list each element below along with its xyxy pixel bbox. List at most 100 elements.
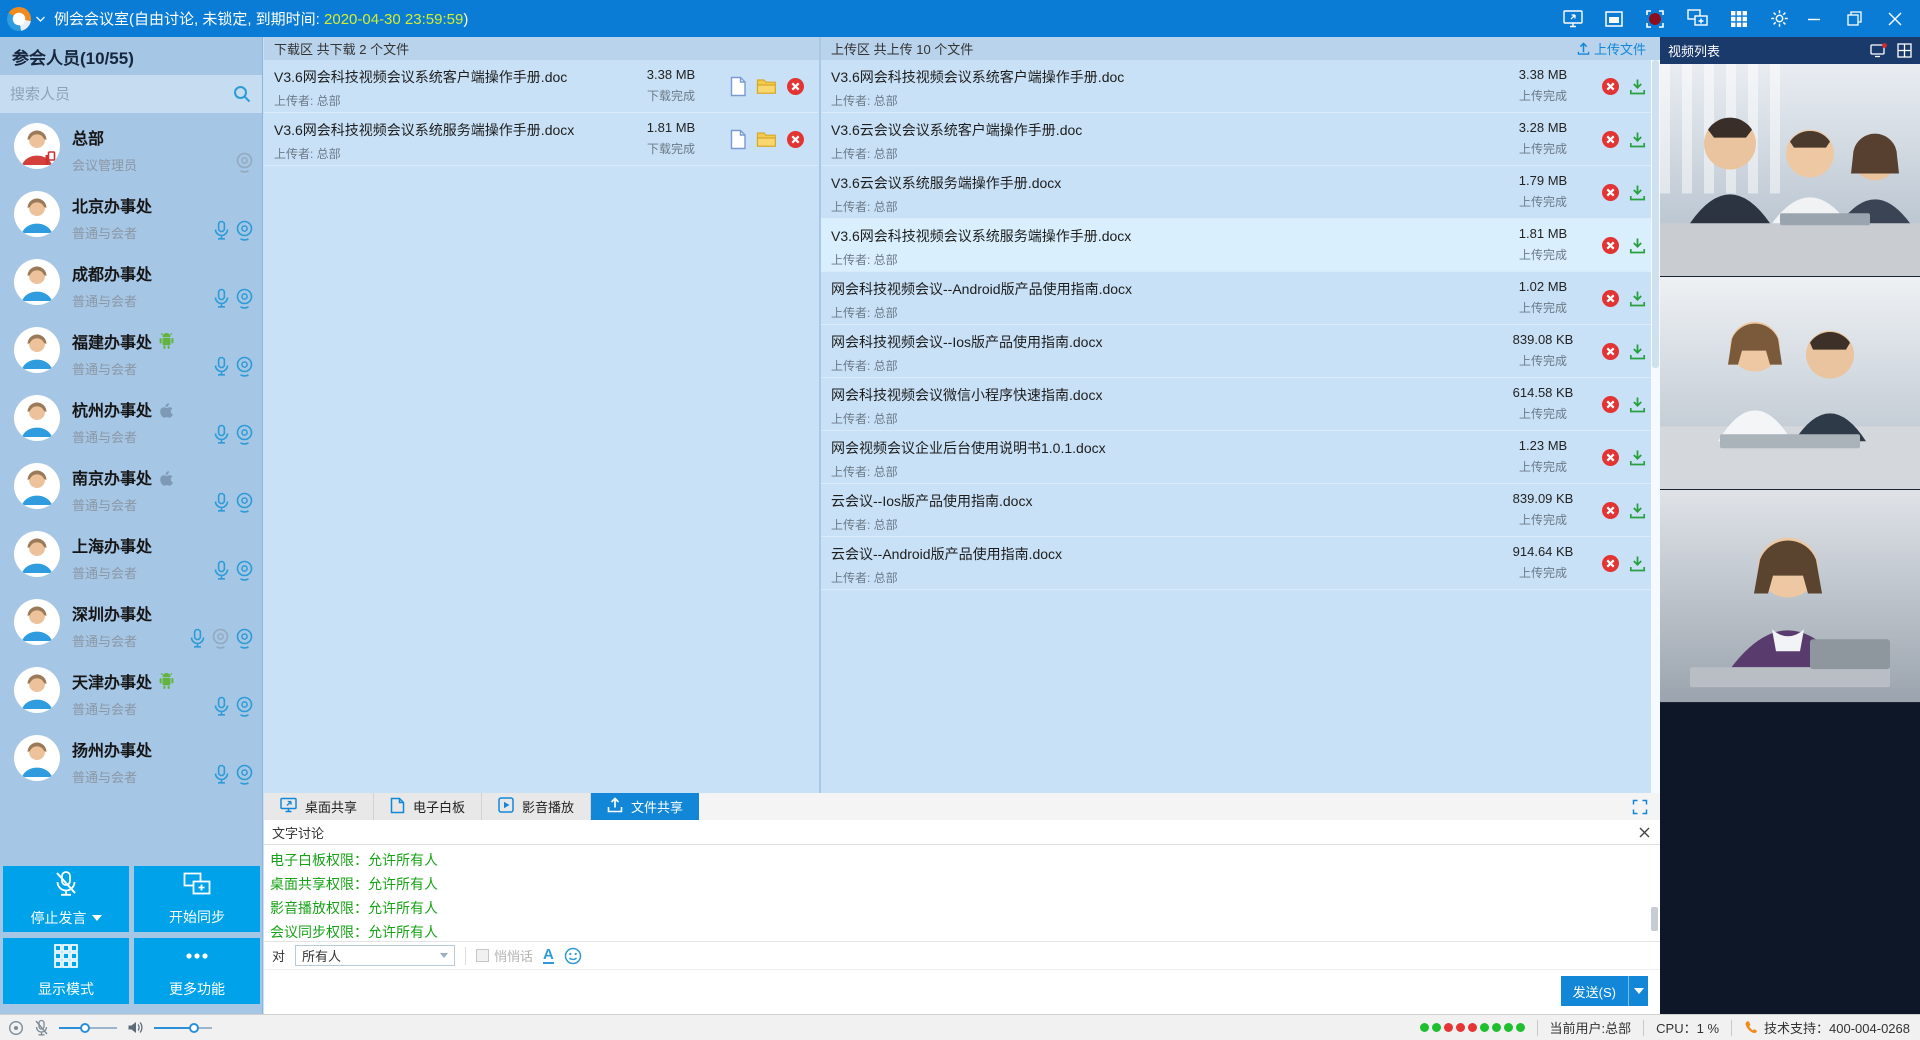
upload-file-button[interactable]: 上传文件 [1577,39,1646,58]
file-row[interactable]: V3.6网会科技视频会议系统客户端操作手册.doc 上传者: 总部 3.38 M… [264,60,819,113]
file-row[interactable]: V3.6网会科技视频会议系统服务端操作手册.docx 上传者: 总部 1.81 … [264,113,819,166]
participant-row[interactable]: 南京办事处 普通与会者 [0,453,262,521]
tab-media-play[interactable]: 影音播放 [482,793,591,820]
webcam-icon[interactable] [235,764,254,785]
video-thumbnail[interactable] [1660,64,1920,277]
remove-icon[interactable] [786,130,805,149]
webcam-icon[interactable] [211,628,230,649]
remove-icon[interactable] [1601,130,1620,149]
download-icon[interactable] [1629,343,1646,360]
expand-icon[interactable] [1632,799,1648,815]
upload-scrollbar[interactable] [1651,60,1660,793]
settings-icon[interactable] [1770,9,1789,28]
mic-icon[interactable] [213,492,230,513]
close-icon[interactable] [1639,827,1650,838]
document-icon[interactable] [729,76,747,97]
participant-row[interactable]: 北京办事处 普通与会者 [0,181,262,249]
webcam-icon[interactable] [235,628,254,649]
file-row[interactable]: 网会视频会议企业后台使用说明书1.0.1.docx 上传者: 总部 1.23 M… [821,431,1660,484]
remove-icon[interactable] [1601,501,1620,520]
video-settings-icon[interactable] [1870,43,1887,58]
webcam-icon[interactable] [235,356,254,377]
webcam-icon[interactable] [235,696,254,717]
file-row[interactable]: V3.6网会科技视频会议系统客户端操作手册.doc 上传者: 总部 3.38 M… [821,60,1660,113]
mic-icon[interactable] [213,288,230,309]
search-input[interactable] [10,86,232,103]
record-icon[interactable] [1645,9,1665,29]
download-icon[interactable] [1629,184,1646,201]
window-mode-icon[interactable] [1605,11,1623,27]
tab-file-share[interactable]: 文件共享 [591,793,699,820]
download-icon[interactable] [1629,290,1646,307]
layout-grid-icon[interactable] [1897,43,1912,58]
document-icon[interactable] [729,129,747,150]
remove-icon[interactable] [1601,236,1620,255]
participant-row[interactable]: 杭州办事处 普通与会者 [0,385,262,453]
webcam-icon[interactable] [235,152,254,173]
send-options-dropdown[interactable] [1628,976,1648,1006]
download-icon[interactable] [1629,555,1646,572]
maximize-button[interactable] [1847,11,1862,26]
remove-icon[interactable] [1601,183,1620,202]
remove-icon[interactable] [1601,77,1620,96]
open-folder-icon[interactable] [756,77,777,95]
minimize-button[interactable] [1807,12,1821,26]
file-row[interactable]: 云会议--Ios版产品使用指南.docx 上传者: 总部 839.09 KB 上… [821,484,1660,537]
video-thumbnail[interactable] [1660,277,1920,490]
remove-icon[interactable] [1601,554,1620,573]
file-row[interactable]: V3.6云会议系统服务端操作手册.docx 上传者: 总部 1.79 MB 上传… [821,166,1660,219]
participant-row[interactable]: 天津办事处 普通与会者 [0,657,262,725]
remove-icon[interactable] [1601,395,1620,414]
chevron-down-icon[interactable] [35,15,46,23]
participant-row[interactable]: 福建办事处 普通与会者 [0,317,262,385]
button-mic-off[interactable]: 停止发言 [3,866,129,932]
file-row[interactable]: 网会科技视频会议--Ios版产品使用指南.docx 上传者: 总部 839.08… [821,325,1660,378]
download-icon[interactable] [1629,131,1646,148]
mic-icon[interactable] [213,560,230,581]
tab-whiteboard[interactable]: 电子白板 [374,793,482,820]
mic-icon[interactable] [213,696,230,717]
participant-row[interactable]: 上海办事处 普通与会者 [0,521,262,589]
download-icon[interactable] [1629,396,1646,413]
download-icon[interactable] [1629,502,1646,519]
video-thumbnail[interactable] [1660,490,1920,703]
button-more-dots[interactable]: 更多功能 [134,938,260,1004]
app-logo-icon[interactable] [7,7,31,31]
webcam-icon[interactable] [235,220,254,241]
remove-icon[interactable] [1601,289,1620,308]
file-row[interactable]: 网会科技视频会议--Android版产品使用指南.docx 上传者: 总部 1.… [821,272,1660,325]
chat-scrollbar[interactable] [1651,907,1658,931]
participant-row[interactable]: 深圳办事处 普通与会者 [0,589,262,657]
mic-muted-icon[interactable] [34,1019,49,1037]
remove-icon[interactable] [1601,342,1620,361]
mic-icon[interactable] [213,424,230,445]
download-icon[interactable] [1629,449,1646,466]
send-button[interactable]: 发送(S) [1561,976,1648,1006]
button-sync-screens[interactable]: 开始同步 [134,866,260,932]
download-icon[interactable] [1629,78,1646,95]
button-display-grid[interactable]: 显示模式 [3,938,129,1004]
webcam-icon[interactable] [235,560,254,581]
recipient-select[interactable]: 所有人 [295,945,455,966]
webcam-icon[interactable] [235,492,254,513]
tab-desktop-share[interactable]: 桌面共享 [264,793,374,820]
file-row[interactable]: 网会科技视频会议微信小程序快速指南.docx 上传者: 总部 614.58 KB… [821,378,1660,431]
mic-icon[interactable] [213,220,230,241]
speaker-volume-slider[interactable] [154,1022,212,1034]
whisper-checkbox[interactable]: 悄悄话 [476,946,533,965]
remove-icon[interactable] [1601,448,1620,467]
close-button[interactable] [1888,12,1902,26]
mic-icon[interactable] [213,356,230,377]
screen-share-icon[interactable] [1563,10,1583,28]
participant-row[interactable]: 扬州办事处 普通与会者 [0,725,262,793]
mic-volume-slider[interactable] [59,1022,117,1034]
mic-icon[interactable] [213,764,230,785]
file-row[interactable]: 云会议--Android版产品使用指南.docx 上传者: 总部 914.64 … [821,537,1660,590]
sync-screens-icon[interactable] [1687,9,1708,28]
mic-icon[interactable] [189,628,206,649]
webcam-icon[interactable] [235,424,254,445]
file-row[interactable]: V3.6网会科技视频会议系统服务端操作手册.docx 上传者: 总部 1.81 … [821,219,1660,272]
webcam-icon[interactable] [235,288,254,309]
target-icon[interactable] [8,1020,24,1036]
participant-row[interactable]: 总部 会议管理员 [0,113,262,181]
